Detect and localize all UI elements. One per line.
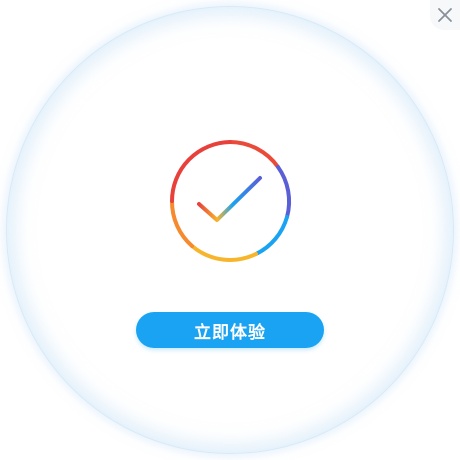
try-now-button[interactable]: 立即体验 (136, 312, 324, 348)
ring-segment-left-upper (170, 140, 232, 203)
ring-segment-bottom (190, 244, 258, 262)
ring-segment-right (276, 165, 292, 219)
check-circle-icon (169, 140, 292, 262)
check-mark (197, 176, 262, 222)
close-icon (438, 8, 452, 22)
close-button[interactable] (430, 0, 460, 30)
success-check (166, 137, 294, 265)
ring-segment-top-right (228, 140, 280, 169)
ring-segment-left-lower (169, 199, 194, 248)
ring-segment-bottom-right (254, 215, 289, 256)
success-dialog: 立即体验 (0, 0, 460, 460)
